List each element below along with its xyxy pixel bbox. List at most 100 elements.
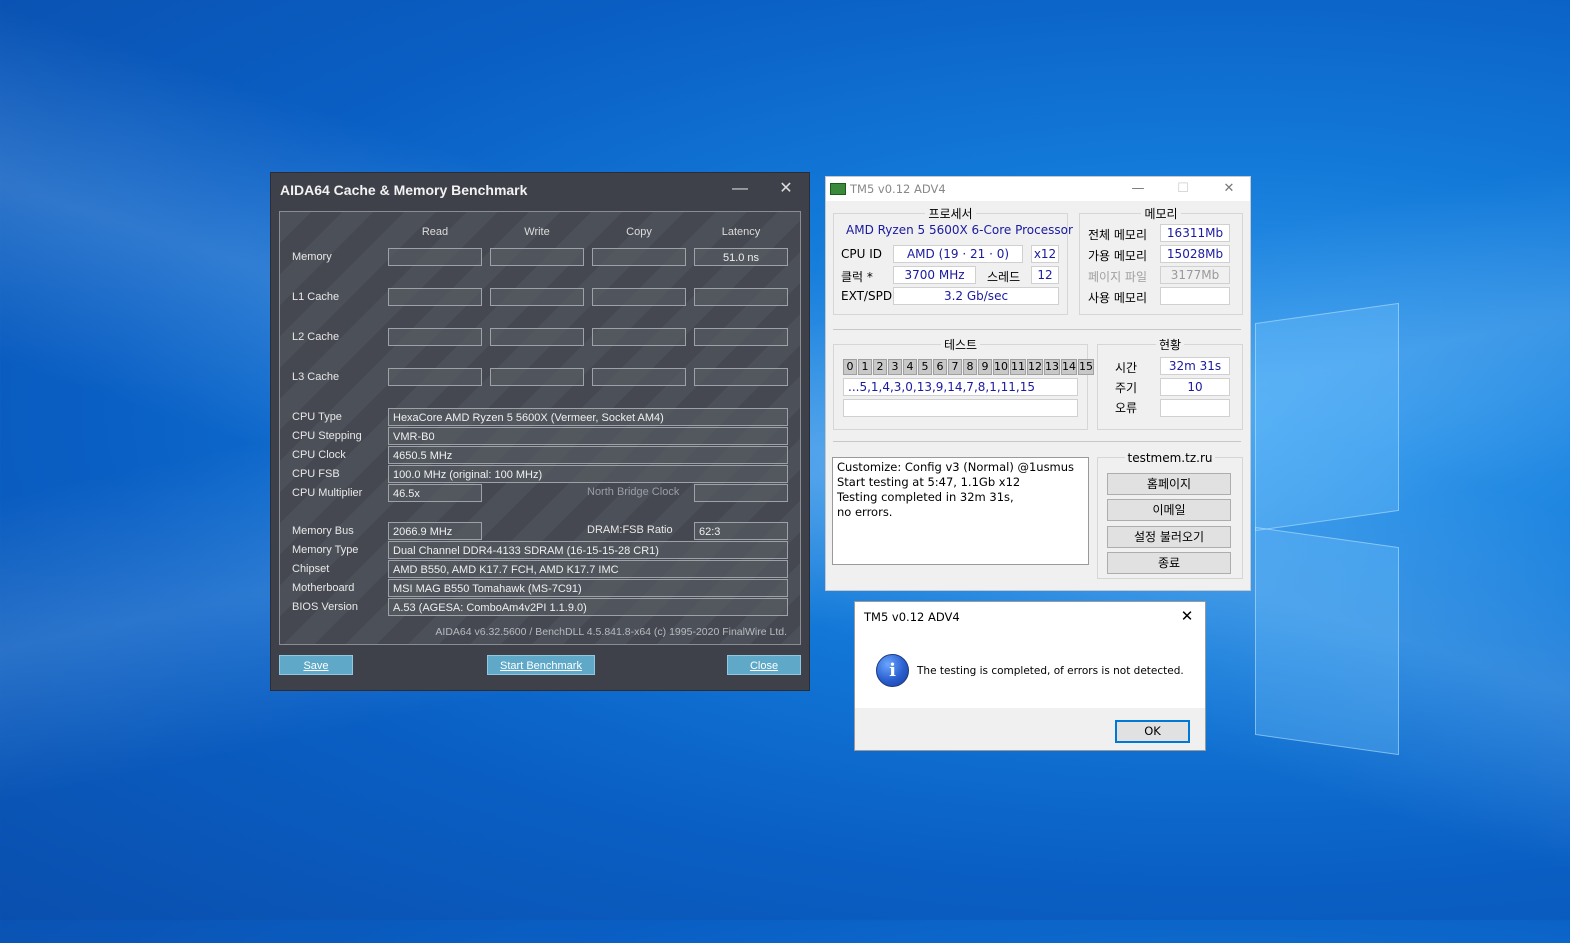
dialog-message: The testing is completed, of errors is n… — [917, 665, 1184, 677]
clock-field: 3700 MHz — [893, 266, 976, 284]
dram-fsb-ratio-value: 62:3 — [694, 522, 788, 540]
site-group-label: testmem.tz.ru — [1124, 451, 1216, 465]
test-log[interactable]: Customize: Config v3 (Normal) @1usmus St… — [832, 457, 1089, 565]
column-header-latency: Latency — [721, 226, 761, 238]
windows-logo-wallpaper — [1255, 295, 1405, 775]
test-indicator: 3 — [888, 359, 902, 375]
error-field — [1160, 399, 1230, 417]
close-button[interactable]: ✕ — [771, 177, 801, 201]
cpu-stepping-value: VMR-B0 — [388, 427, 788, 445]
log-line: Testing completed in 32m 31s, — [837, 490, 1014, 504]
chipset-label: Chipset — [292, 563, 330, 575]
aida64-window: AIDA64 Cache & Memory Benchmark — ✕ Read… — [271, 173, 809, 690]
dram-fsb-ratio-label: DRAM:FSB Ratio — [587, 524, 673, 536]
column-header-write: Write — [524, 226, 550, 238]
test-indicator: 14 — [1061, 359, 1077, 375]
available-memory-label: 가용 메모리 — [1088, 249, 1148, 263]
minimize-button[interactable]: — — [1123, 179, 1153, 199]
cpu-fsb-label: CPU FSB — [292, 468, 340, 480]
load-settings-button[interactable]: 설정 불러오기 — [1107, 526, 1231, 548]
memory-latency-cell: 51.0 ns — [694, 248, 788, 266]
test-indicator: 1 — [858, 359, 872, 375]
test-indicator: 15 — [1078, 359, 1094, 375]
thread-field: 12 — [1031, 266, 1059, 284]
processor-group-label: 프로세서 — [925, 207, 976, 221]
dialog-title: TM5 v0.12 ADV4 — [864, 610, 960, 624]
logo-pane — [1255, 302, 1399, 532]
cpu-type-label: CPU Type — [292, 411, 342, 423]
bios-version-value: A.53 (AGESA: ComboAm4v2PI 1.1.9.0) — [388, 598, 788, 616]
l2-copy-cell — [592, 328, 686, 346]
window-title: TM5 v0.12 ADV4 — [850, 182, 946, 196]
test-indicator: 6 — [933, 359, 947, 375]
close-button[interactable]: ✕ — [1214, 179, 1244, 199]
total-memory-label: 전체 메모리 — [1088, 228, 1148, 242]
window-title: AIDA64 Cache & Memory Benchmark — [280, 182, 528, 198]
separator — [833, 441, 1241, 442]
north-bridge-clock-label: North Bridge Clock — [587, 486, 680, 498]
info-icon: i — [876, 654, 909, 687]
homepage-button[interactable]: 홈페이지 — [1107, 473, 1231, 495]
cpu-id-field: AMD (19 · 21 · 0) — [893, 245, 1023, 263]
test-progress-field — [843, 399, 1078, 417]
close-window-button[interactable]: Close — [727, 655, 801, 675]
row-label-l2: L2 Cache — [292, 331, 340, 343]
row-label-memory: Memory — [292, 251, 332, 263]
test-indicator: 4 — [903, 359, 917, 375]
row-label-l3: L3 Cache — [292, 371, 340, 383]
test-indicator: 5 — [918, 359, 932, 375]
page-file-field: 3177Mb — [1160, 266, 1230, 284]
version-footer: AIDA64 v6.32.5600 / BenchDLL 4.5.841.8-x… — [435, 626, 787, 638]
test-indicator: 13 — [1044, 359, 1060, 375]
cpu-name: AMD Ryzen 5 5600X 6-Core Processor — [846, 223, 1073, 237]
l1-latency-cell — [694, 288, 788, 306]
memory-copy-cell — [592, 248, 686, 266]
extspd-label: EXT/SPD — [841, 289, 893, 303]
memory-chip-icon — [830, 183, 846, 195]
cpu-stepping-label: CPU Stepping — [292, 430, 362, 442]
motherboard-label: Motherboard — [292, 582, 355, 594]
memory-type-label: Memory Type — [292, 544, 359, 556]
l1-write-cell — [490, 288, 584, 306]
l1-read-cell — [388, 288, 482, 306]
column-header-read: Read — [421, 226, 449, 238]
l3-latency-cell — [694, 368, 788, 386]
minimize-button[interactable]: — — [725, 177, 755, 201]
ok-button[interactable]: OK — [1115, 720, 1190, 743]
test-indicator: 2 — [873, 359, 887, 375]
email-button[interactable]: 이메일 — [1107, 499, 1231, 521]
thread-multiplier-field: x12 — [1031, 245, 1059, 263]
cycle-field: 10 — [1160, 378, 1230, 396]
extspd-field: 3.2 Gb/sec — [893, 287, 1059, 305]
l2-read-cell — [388, 328, 482, 346]
used-memory-field — [1160, 287, 1230, 305]
time-field: 32m 31s — [1160, 357, 1230, 375]
test-indicator: 7 — [948, 359, 962, 375]
cpu-fsb-value: 100.0 MHz (original: 100 MHz) — [388, 465, 788, 483]
l3-read-cell — [388, 368, 482, 386]
bios-version-label: BIOS Version — [292, 601, 359, 613]
log-line: Customize: Config v3 (Normal) @1usmus — [837, 460, 1075, 474]
test-indicator: 12 — [1027, 359, 1043, 375]
cpu-clock-label: CPU Clock — [292, 449, 346, 461]
thread-label: 스레드 — [987, 270, 1021, 284]
memory-type-value: Dual Channel DDR4-4133 SDRAM (16-15-15-2… — [388, 541, 788, 559]
column-header-copy: Copy — [626, 226, 652, 238]
cpu-clock-value: 4650.5 MHz — [388, 446, 788, 464]
north-bridge-clock-value — [694, 484, 788, 502]
save-button[interactable]: Save — [279, 655, 353, 675]
test-indicator: 11 — [1010, 359, 1026, 375]
memory-write-cell — [490, 248, 584, 266]
logo-pane — [1255, 526, 1399, 756]
cpu-id-label: CPU ID — [841, 247, 882, 261]
cpu-type-value: HexaCore AMD Ryzen 5 5600X (Vermeer, Soc… — [388, 408, 788, 426]
test-group-label: 테스트 — [940, 338, 981, 352]
dialog-close-button[interactable]: ✕ — [1175, 605, 1199, 627]
cpu-multiplier-label: CPU Multiplier — [292, 487, 363, 499]
cpu-multiplier-value: 46.5x — [388, 484, 482, 502]
exit-button[interactable]: 종료 — [1107, 552, 1231, 574]
start-benchmark-button[interactable]: Start Benchmark — [487, 655, 595, 675]
maximize-button[interactable]: ☐ — [1168, 179, 1198, 199]
motherboard-value: MSI MAG B550 Tomahawk (MS-7C91) — [388, 579, 788, 597]
chipset-value: AMD B550, AMD K17.7 FCH, AMD K17.7 IMC — [388, 560, 788, 578]
